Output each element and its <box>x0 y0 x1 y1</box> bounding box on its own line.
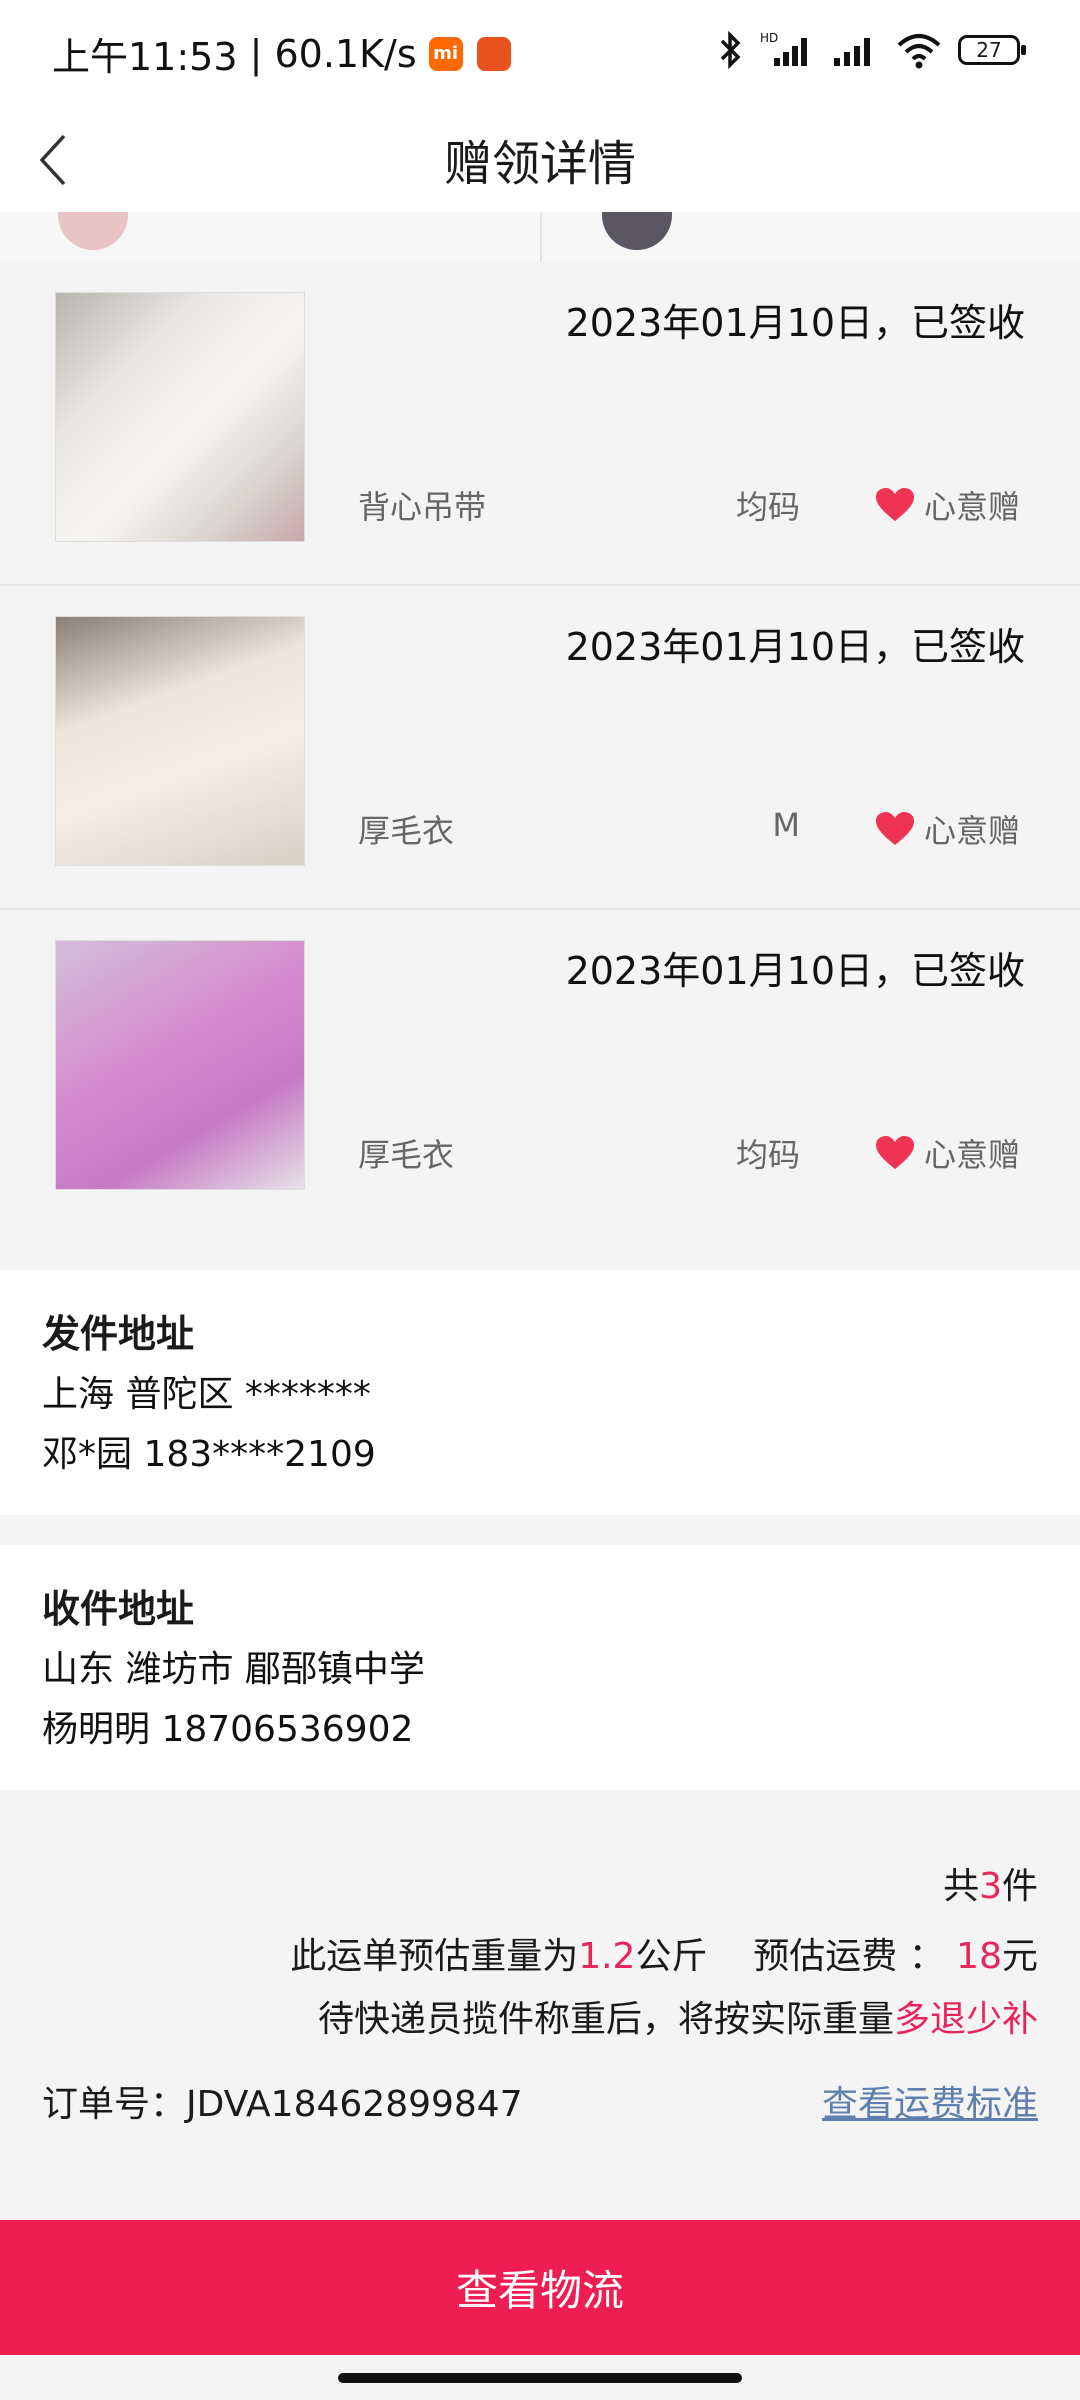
status-net-speed: 60.1K/s <box>274 31 417 76</box>
item-tag: 心意赠 <box>874 482 1020 528</box>
item-size: M <box>772 806 800 844</box>
signal-icon <box>834 38 870 66</box>
mi-app-icon: mi <box>428 36 463 71</box>
svg-text:HD: HD <box>760 31 778 45</box>
page-title: 赠领详情 <box>443 135 636 192</box>
status-left: 上午11:53 | 60.1K/s mi <box>52 26 511 81</box>
avatar <box>602 212 672 250</box>
receiver-address: 山东 潍坊市 郿郚镇中学 <box>42 1649 425 1690</box>
page-title-wrap: 赠领详情 <box>0 105 1080 212</box>
status-time: 上午11:53 <box>52 35 238 79</box>
sender-address-card: 发件地址 上海 普陀区 ******* 邓*园 183****2109 <box>0 1270 1080 1515</box>
gift-items-list: 2023年01月10日，已签收 背心吊带 均码 心意赠 2023年01月10日，… <box>0 262 1080 1232</box>
item-name: 厚毛衣 <box>358 1136 455 1174</box>
shipping-summary: 共3件 此运单预估重量为1.2公斤 预估运费 ： 18元 待快递员揽件称重后，将… <box>0 1795 1080 2220</box>
receiver-contact: 杨明明 18706536902 <box>42 1709 414 1750</box>
weigh-note: 待快递员揽件称重后，将按实际重量多退少补 <box>317 1999 1038 2040</box>
item-thumbnail <box>55 940 305 1190</box>
status-right: HD 27 <box>718 30 1026 70</box>
list-item[interactable]: 2023年01月10日，已签收 厚毛衣 均码 心意赠 <box>0 910 1080 1232</box>
item-tag: 心意赠 <box>874 806 1020 852</box>
item-count: 共3件 <box>943 1866 1038 1907</box>
item-size: 均码 <box>735 1136 800 1174</box>
item-name: 厚毛衣 <box>358 812 455 850</box>
order-number: 订单号：JDVA18462899847 <box>42 2084 523 2125</box>
item-size: 均码 <box>735 488 800 526</box>
participants-row <box>0 212 1080 263</box>
shipping-standard-link[interactable]: 查看运费标准 <box>822 2075 1038 2127</box>
heart-icon <box>875 488 914 521</box>
list-item[interactable]: 2023年01月10日，已签收 背心吊带 均码 心意赠 <box>0 262 1080 586</box>
item-status: 2023年01月10日，已签收 <box>565 301 1025 345</box>
sender-contact: 邓*园 183****2109 <box>42 1434 376 1475</box>
view-logistics-button[interactable]: 查看物流 <box>0 2220 1080 2355</box>
bluetooth-icon <box>720 30 741 70</box>
sender-address: 上海 普陀区 ******* <box>42 1374 371 1415</box>
list-item[interactable]: 2023年01月10日，已签收 厚毛衣 M 心意赠 <box>0 586 1080 910</box>
receiver-address-card: 收件地址 山东 潍坊市 郿郚镇中学 杨明明 18706536902 <box>0 1545 1080 1790</box>
sender-title: 发件地址 <box>42 1312 195 1356</box>
item-name: 背心吊带 <box>358 488 487 526</box>
weight-fee-line: 此运单预估重量为1.2公斤 预估运费 ： 18元 <box>290 1936 1038 1977</box>
battery-indicator: 27 <box>958 35 1026 65</box>
status-bar: 上午11:53 | 60.1K/s mi HD 27 <box>0 0 1080 105</box>
avatar <box>58 212 128 250</box>
item-status: 2023年01月10日，已签收 <box>565 625 1025 669</box>
wifi-icon <box>897 34 941 69</box>
signal-hd-icon: HD <box>760 31 807 66</box>
heart-icon <box>875 812 914 845</box>
home-indicator[interactable] <box>338 2373 742 2383</box>
heart-icon <box>875 1136 914 1169</box>
item-thumbnail <box>55 292 305 542</box>
item-status: 2023年01月10日，已签收 <box>565 949 1025 993</box>
item-thumbnail <box>55 616 305 866</box>
app-notification-icon <box>476 36 511 71</box>
item-tag: 心意赠 <box>874 1130 1020 1176</box>
divider <box>540 212 542 262</box>
receiver-title: 收件地址 <box>42 1587 195 1631</box>
